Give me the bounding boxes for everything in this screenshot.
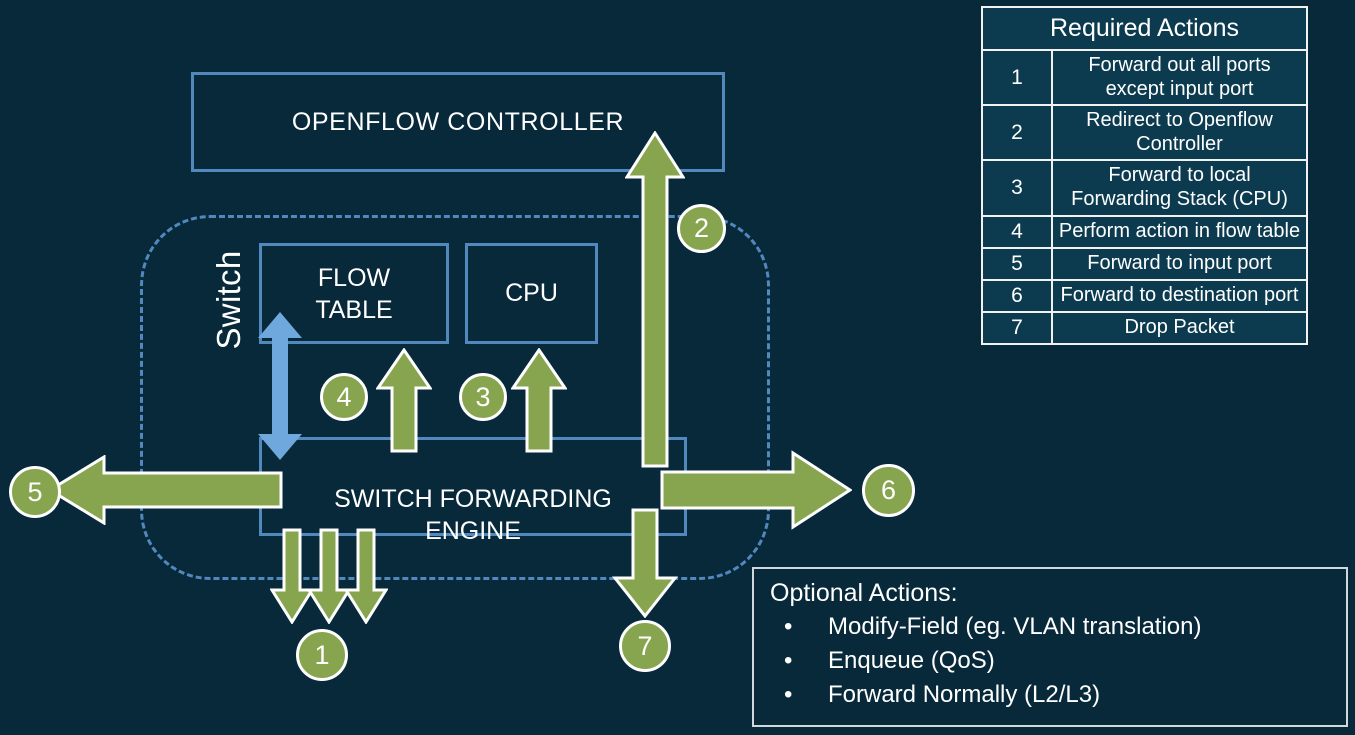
arrow-to-destination-port <box>660 450 852 530</box>
marker-5-label: 5 <box>27 476 43 507</box>
cpu-label: CPU <box>505 279 558 307</box>
optional-actions-box: Optional Actions: • Modify-Field (eg. VLA… <box>752 567 1348 727</box>
marker-7-label: 7 <box>637 630 653 661</box>
table-row: 6 Forward to destination port <box>981 278 1308 313</box>
marker-1: 1 <box>296 629 348 681</box>
optional-action-item: • Forward Normally (L2/L3) <box>770 678 1346 712</box>
action-number: 4 <box>981 214 1053 249</box>
marker-6: 6 <box>862 464 915 517</box>
bullet-icon: • <box>784 647 793 675</box>
required-actions-table: Required Actions 1 Forward out all ports … <box>981 6 1308 345</box>
table-row: 4 Perform action in flow table <box>981 214 1308 249</box>
action-number: 7 <box>981 310 1053 345</box>
marker-3: 3 <box>459 373 507 421</box>
marker-1-label: 1 <box>314 639 330 670</box>
engine-label-line1: SWITCH FORWARDING <box>334 484 612 513</box>
action-number: 5 <box>981 246 1053 281</box>
optional-action-item: • Enqueue (QoS) <box>770 644 1346 678</box>
arrow-to-controller <box>625 131 685 468</box>
required-actions-title: Required Actions <box>981 6 1308 51</box>
arrow-to-input-port <box>48 455 283 525</box>
flow-table-engine-double-arrow <box>258 312 302 460</box>
marker-4-label: 4 <box>336 381 352 412</box>
openflow-controller-label: OPENFLOW CONTROLLER <box>291 107 625 136</box>
arrow-to-cpu <box>511 348 567 453</box>
table-row: 1 Forward out all ports except input port <box>981 48 1308 107</box>
table-row: 2 Redirect to Openflow Controller <box>981 104 1308 162</box>
optional-action-label: Modify-Field (eg. VLAN translation) <box>828 613 1202 640</box>
arrow-to-flow-table <box>376 348 432 453</box>
optional-actions-title: Optional Actions: <box>770 579 958 607</box>
marker-2: 2 <box>677 204 726 253</box>
marker-7: 7 <box>619 620 671 672</box>
marker-6-label: 6 <box>880 475 897 505</box>
diagram-canvas: Switch OPENFLOW CONTROLLER FLOW TABLE CP… <box>0 0 1355 735</box>
action-description: Perform action in flow table <box>1051 214 1308 249</box>
action-description: Forward to destination port <box>1051 278 1308 313</box>
action-number: 6 <box>981 278 1053 313</box>
action-description: Redirect to Openflow Controller <box>1051 104 1308 162</box>
action-description: Forward out all ports except input port <box>1051 48 1308 107</box>
action-number: 2 <box>981 104 1053 162</box>
action-description: Drop Packet <box>1051 310 1308 345</box>
flow-table-label-line2: TABLE <box>315 295 393 324</box>
arrow-flood-3 <box>344 528 388 624</box>
flow-table-label: FLOW TABLE <box>315 262 392 326</box>
bullet-icon: • <box>784 681 793 709</box>
action-number: 3 <box>981 159 1053 217</box>
optional-action-label: Forward Normally (L2/L3) <box>828 681 1101 709</box>
engine-label-line2: ENGINE <box>425 516 521 545</box>
table-header-row: Required Actions <box>981 6 1308 51</box>
table-row: 5 Forward to input port <box>981 246 1308 281</box>
optional-action-label: Enqueue (QoS) <box>828 647 995 675</box>
optional-actions-list: • Modify-Field (eg. VLAN translation) • Enq… <box>770 610 1346 712</box>
table-row: 3 Forward to local Forwarding Stack (CPU) <box>981 159 1308 217</box>
flow-table-label-line1: FLOW <box>317 263 391 292</box>
bullet-icon: • <box>784 613 793 640</box>
table-row: 7 Drop Packet <box>981 310 1308 345</box>
arrow-drop-packet <box>611 508 679 618</box>
marker-3-label: 3 <box>475 381 491 412</box>
marker-2-label: 2 <box>693 213 710 243</box>
action-description: Forward to local Forwarding Stack (CPU) <box>1051 159 1308 217</box>
optional-action-item: • Modify-Field (eg. VLAN translation) <box>770 610 1346 644</box>
marker-4: 4 <box>320 373 368 421</box>
action-number: 1 <box>981 48 1053 107</box>
action-description: Forward to input port <box>1051 246 1308 281</box>
cpu-box: CPU <box>465 243 598 344</box>
marker-5: 5 <box>9 466 61 518</box>
switch-label: Switch <box>210 250 247 350</box>
